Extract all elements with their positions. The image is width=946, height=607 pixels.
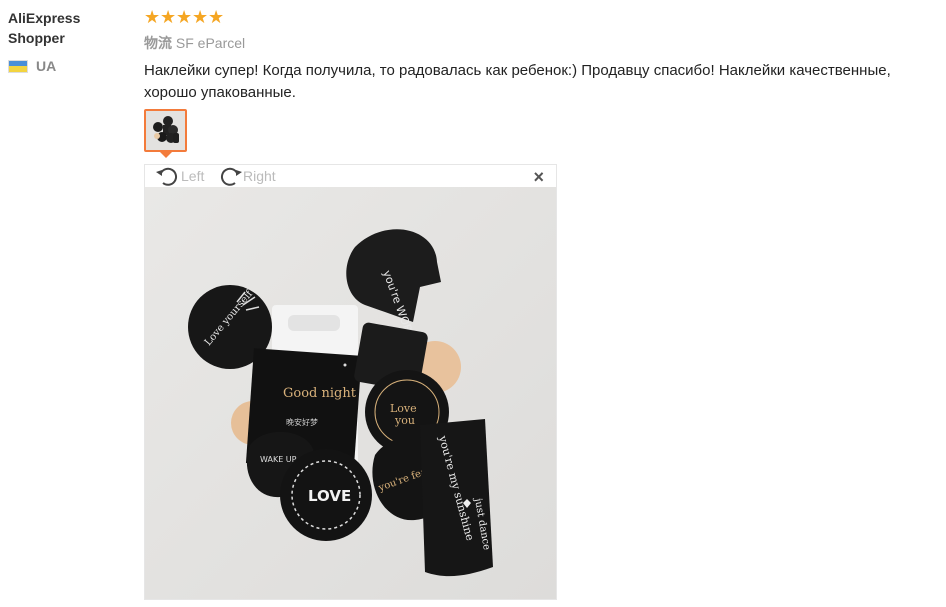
- reviewer-name-line2: Shopper: [8, 30, 65, 46]
- shipping-method: SF eParcel: [175, 35, 246, 51]
- country-code: UA: [36, 58, 57, 74]
- sticker-pile-thumbnail-image: [146, 111, 185, 150]
- star-icon: ★: [160, 7, 177, 27]
- star-icon: ★: [208, 7, 225, 27]
- thumbnail-selected-indicator: [160, 152, 172, 158]
- rotate-right-label: Right: [243, 168, 276, 184]
- cjk-caption-text: 晚安好梦: [286, 417, 318, 427]
- sticker-sunshine: you're my sunshine just dance: [420, 419, 493, 577]
- review-photo-thumbnail[interactable]: [144, 109, 187, 152]
- rotate-right-icon: [220, 167, 242, 186]
- review-text: Наклейки супер! Когда получила, то радов…: [144, 62, 891, 101]
- photo-viewer-toolbar: Left Right ×: [145, 165, 556, 187]
- photo-viewer: Left Right × you're WORTH it Love yourse…: [144, 164, 557, 600]
- rotate-left-icon: [156, 167, 178, 186]
- star-icon: ★: [176, 7, 193, 27]
- rotate-left-label: Left: [181, 168, 205, 184]
- close-viewer-button[interactable]: ×: [533, 167, 544, 187]
- rotate-right-button[interactable]: Right: [217, 165, 276, 187]
- sticker-photo-image: you're WORTH it Love yourself Good night…: [145, 187, 556, 599]
- star-icon: ★: [144, 7, 161, 27]
- shipping-label: 物流: [144, 35, 172, 51]
- rotate-left-button[interactable]: Left: [155, 165, 204, 187]
- star-rating: ★ ★ ★ ★ ★: [144, 7, 225, 27]
- reviewer-name-line1: AliExpress: [8, 10, 81, 26]
- ukraine-flag-icon: [8, 59, 28, 73]
- good-night-text: Good night: [283, 386, 357, 401]
- sticker-love-wreath: LOVE: [280, 449, 372, 541]
- shipping-info: 物流 SF eParcel: [144, 33, 245, 53]
- review-photo: you're WORTH it Love yourself Good night…: [145, 187, 556, 599]
- reviewer-info: AliExpress Shopper: [8, 8, 128, 48]
- sticker-love-text: LOVE: [308, 487, 351, 505]
- reviewer-country: UA: [8, 58, 56, 74]
- star-icon: ★: [192, 7, 209, 27]
